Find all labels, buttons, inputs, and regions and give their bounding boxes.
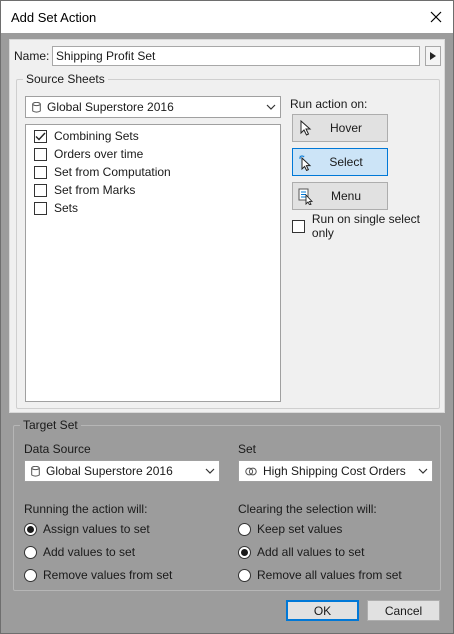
cancel-button[interactable]: Cancel xyxy=(367,600,440,621)
assign-values-option[interactable]: Assign values to set xyxy=(24,520,150,538)
chevron-down-icon xyxy=(205,465,215,479)
single-select-option[interactable]: Run on single select only xyxy=(292,212,444,240)
add-set-action-dialog: Add Set Action Name: Shipping Profit Set… xyxy=(0,0,454,634)
sheet-item-orders-over-time[interactable]: Orders over time xyxy=(34,145,143,163)
menu-icon xyxy=(293,188,319,205)
select-button[interactable]: Select xyxy=(292,148,388,176)
add-values-option[interactable]: Add values to set xyxy=(24,543,135,561)
radio-button[interactable] xyxy=(24,522,37,536)
radio-button[interactable] xyxy=(238,568,251,582)
radio-button[interactable] xyxy=(24,545,37,559)
sheet-item-set-from-computation[interactable]: Set from Computation xyxy=(34,163,171,181)
sheet-list: Combining Sets Orders over time Set from… xyxy=(25,124,281,402)
close-icon[interactable] xyxy=(423,4,449,30)
option-label: Keep set values xyxy=(257,522,343,536)
option-label: Add values to set xyxy=(43,545,136,559)
dialog-title: Add Set Action xyxy=(11,10,97,25)
running-action-label: Running the action will: xyxy=(24,502,148,516)
sheet-item-set-from-marks[interactable]: Set from Marks xyxy=(34,181,135,199)
select-button-label: Select xyxy=(329,155,363,169)
source-datasource-value: Global Superstore 2016 xyxy=(47,100,174,114)
checkbox[interactable] xyxy=(34,201,47,215)
hover-button-label: Hover xyxy=(329,121,362,135)
option-label: Remove values from set xyxy=(43,568,173,582)
target-set-value: High Shipping Cost Orders xyxy=(263,464,406,478)
clearing-selection-label: Clearing the selection will: xyxy=(238,502,377,516)
checkbox[interactable] xyxy=(34,129,47,143)
single-select-label: Run on single select only xyxy=(311,212,420,240)
select-click-icon xyxy=(293,154,319,171)
database-icon xyxy=(32,101,41,113)
single-select-checkbox[interactable] xyxy=(292,219,305,233)
play-arrow-icon xyxy=(430,52,436,60)
sheet-label: Combining Sets xyxy=(54,129,139,143)
checkbox[interactable] xyxy=(34,183,47,197)
title-bar: Add Set Action xyxy=(1,1,453,33)
set-icon xyxy=(245,466,257,477)
target-datasource-value: Global Superstore 2016 xyxy=(46,464,173,478)
chevron-down-icon xyxy=(418,465,428,479)
hover-button[interactable]: Hover xyxy=(292,114,388,142)
target-set-legend: Target Set xyxy=(20,418,81,432)
add-all-values-option[interactable]: Add all values to set xyxy=(238,543,364,561)
source-sheets-legend: Source Sheets xyxy=(23,72,108,86)
remove-all-values-option[interactable]: Remove all values from set xyxy=(238,566,402,584)
menu-button-label: Menu xyxy=(330,189,362,203)
sheet-label: Set from Computation xyxy=(54,165,171,179)
data-source-label: Data Source xyxy=(24,442,91,456)
sheet-item-combining-sets[interactable]: Combining Sets xyxy=(34,127,139,145)
ok-button[interactable]: OK xyxy=(286,600,359,621)
sheet-label: Set from Marks xyxy=(54,183,136,197)
name-input[interactable]: Shipping Profit Set xyxy=(52,46,420,66)
remove-values-option[interactable]: Remove values from set xyxy=(24,566,172,584)
name-label: Name: xyxy=(14,49,50,63)
keep-set-values-option[interactable]: Keep set values xyxy=(238,520,342,538)
target-datasource-dropdown[interactable]: Global Superstore 2016 xyxy=(24,460,220,482)
chevron-down-icon xyxy=(266,101,276,115)
cancel-button-label: Cancel xyxy=(384,603,423,618)
radio-button[interactable] xyxy=(238,545,251,559)
option-label: Assign values to set xyxy=(43,522,150,536)
ok-button-label: OK xyxy=(313,603,332,618)
menu-button[interactable]: Menu xyxy=(292,182,388,210)
run-action-label: Run action on: xyxy=(290,97,368,111)
sheet-label: Orders over time xyxy=(54,147,144,161)
source-datasource-dropdown[interactable]: Global Superstore 2016 xyxy=(25,96,281,118)
checkbox[interactable] xyxy=(34,147,47,161)
target-set-group: Target Set Data Source Global Superstore… xyxy=(13,418,441,591)
database-icon xyxy=(31,465,40,477)
checkmark-icon xyxy=(35,132,46,141)
option-label: Add all values to set xyxy=(257,545,365,559)
checkbox[interactable] xyxy=(34,165,47,179)
sheet-item-sets[interactable]: Sets xyxy=(34,199,78,217)
option-label: Remove all values from set xyxy=(257,568,402,582)
radio-button[interactable] xyxy=(24,568,37,582)
sheet-label: Sets xyxy=(54,201,79,215)
target-set-dropdown[interactable]: High Shipping Cost Orders xyxy=(238,460,433,482)
pointer-icon xyxy=(293,120,319,136)
radio-button[interactable] xyxy=(238,522,251,536)
set-label: Set xyxy=(238,442,257,456)
insert-field-button[interactable] xyxy=(425,46,441,66)
source-panel: Name: Shipping Profit Set Source Sheets … xyxy=(9,39,445,413)
